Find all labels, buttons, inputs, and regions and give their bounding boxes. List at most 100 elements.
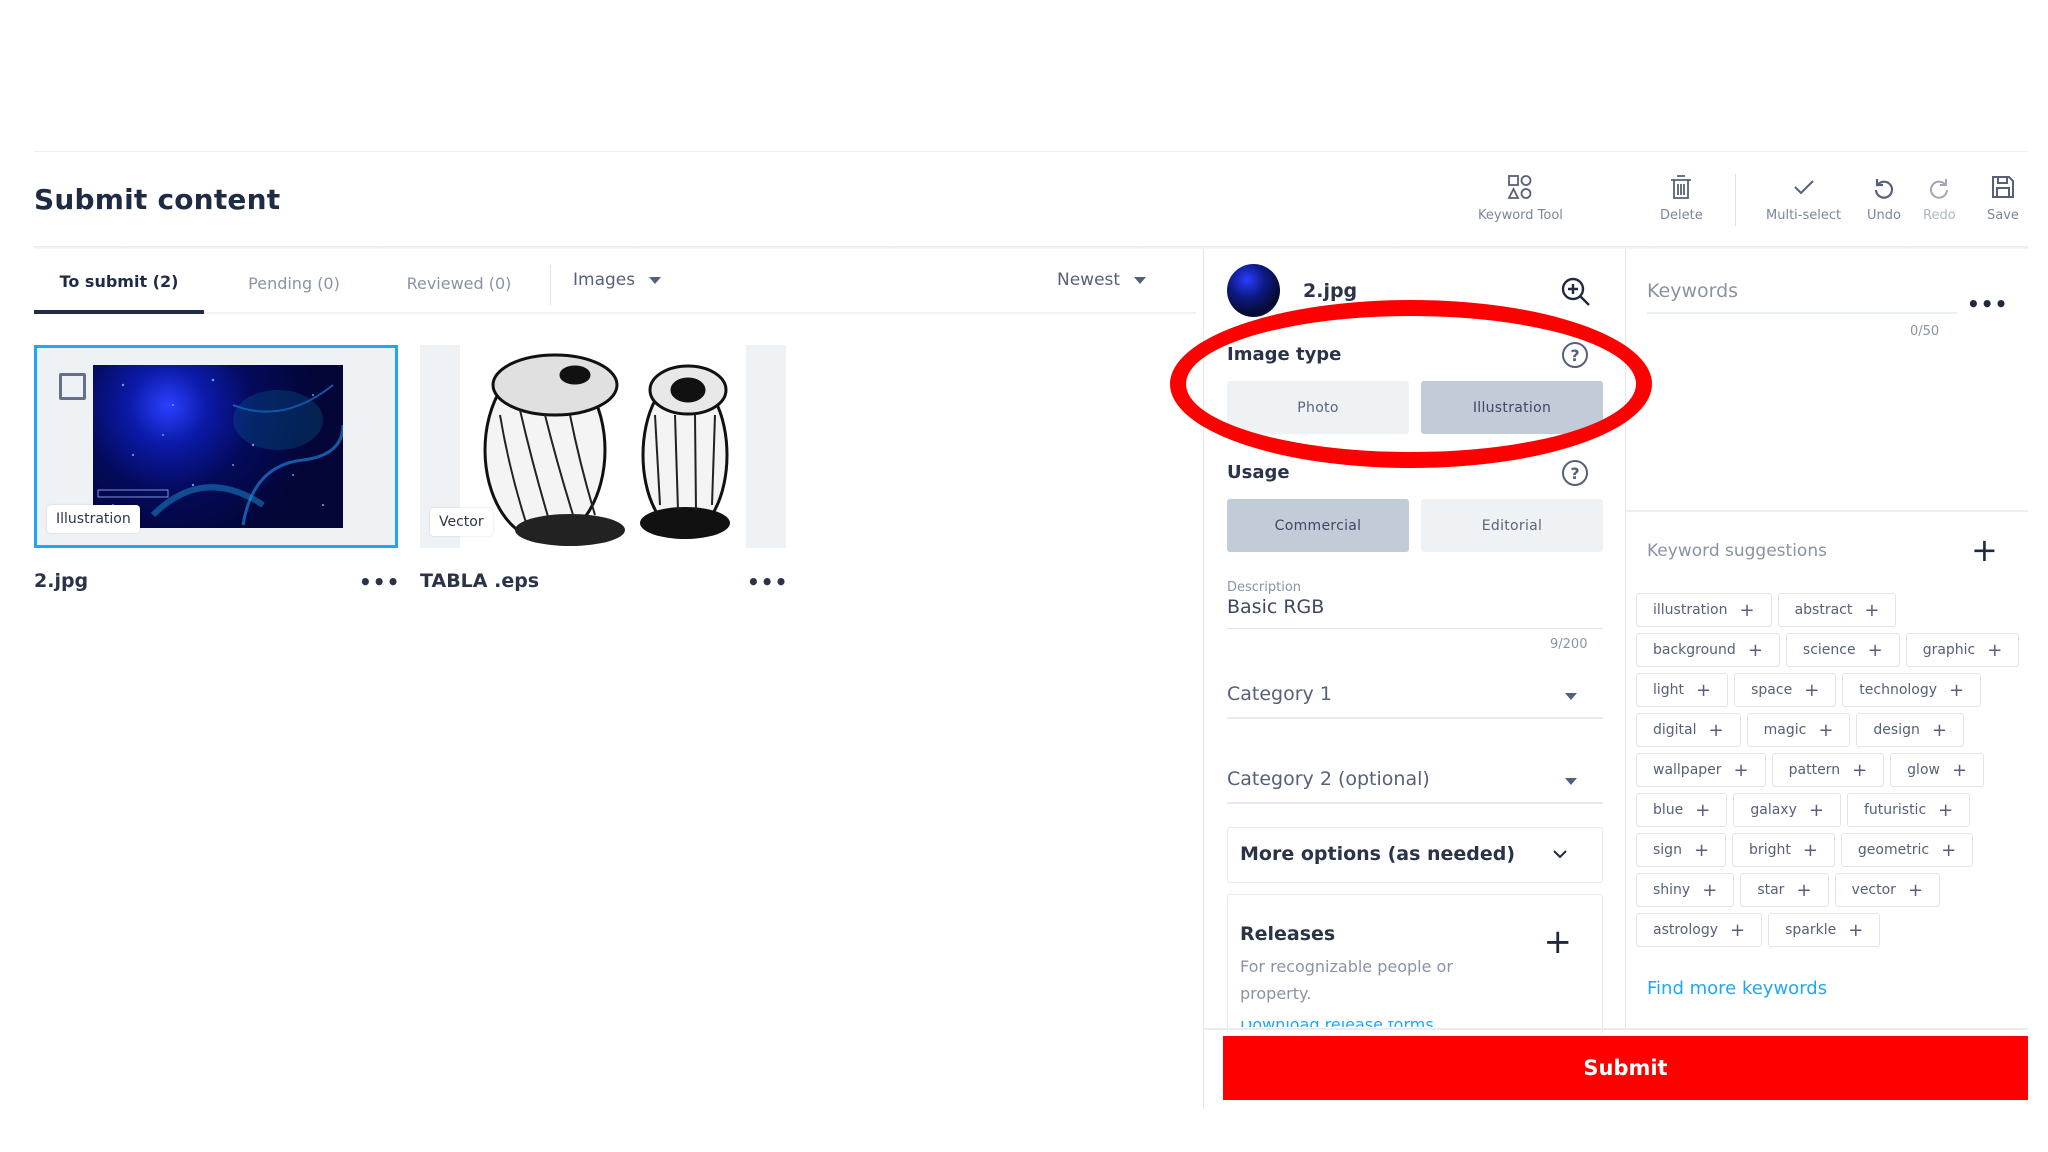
panel-divider	[1625, 249, 1626, 1029]
keyword-suggestion-chip[interactable]: sign +	[1636, 833, 1727, 867]
keyword-suggestion-chip[interactable]: shiny +	[1636, 873, 1735, 907]
keyword-suggestion-chip[interactable]: bright +	[1732, 833, 1835, 867]
keyword-suggestion-chip[interactable]: light +	[1636, 673, 1729, 707]
tab-pending[interactable]: Pending (0)	[224, 252, 364, 314]
plus-icon: +	[1931, 719, 1947, 741]
keyword-suggestion-chip[interactable]: sparkle +	[1768, 913, 1881, 947]
keyword-suggestion-chip[interactable]: illustration +	[1636, 593, 1772, 627]
keyword-suggestion-label: abstract	[1794, 602, 1853, 618]
keyword-suggestion-chip[interactable]: design +	[1856, 713, 1964, 747]
keyword-suggestion-chip[interactable]: wallpaper +	[1636, 753, 1766, 787]
keyword-suggestion-label: digital	[1653, 722, 1697, 738]
file-more-button[interactable]: •••	[747, 570, 788, 594]
keyword-suggestion-chip[interactable]: graphic +	[1905, 633, 2020, 667]
add-all-suggestions-icon[interactable]: +	[1971, 534, 1998, 566]
tab-to-submit[interactable]: To submit (2)	[34, 252, 204, 314]
file-card[interactable]: Vector	[420, 345, 786, 548]
keyword-suggestion-chip[interactable]: futuristic +	[1846, 793, 1971, 827]
keyword-tool-button[interactable]: Keyword Tool	[1478, 172, 1563, 223]
help-icon[interactable]: ?	[1562, 342, 1588, 368]
download-release-link[interactable]: Download release forms	[1240, 1021, 1440, 1027]
keyword-suggestion-chip[interactable]: geometric +	[1840, 833, 1974, 867]
help-icon[interactable]: ?	[1562, 460, 1588, 486]
keyword-suggestion-chip[interactable]: technology +	[1842, 673, 1982, 707]
find-more-keywords-link[interactable]: Find more keywords	[1647, 978, 1827, 999]
keyword-suggestion-chip[interactable]: digital +	[1636, 713, 1741, 747]
footer-divider	[1203, 1028, 2028, 1030]
delete-button[interactable]: Delete	[1660, 172, 1703, 223]
keyword-suggestion-chip[interactable]: vector +	[1834, 873, 1941, 907]
redo-button[interactable]: Redo	[1923, 172, 1956, 223]
keyword-suggestion-label: technology	[1859, 682, 1938, 698]
image-type-illustration[interactable]: Illustration	[1421, 381, 1603, 434]
keyword-suggestion-label: light	[1653, 682, 1685, 698]
keywords-underline	[1647, 312, 1957, 314]
caret-down-icon	[649, 276, 662, 284]
file-more-button[interactable]: •••	[359, 570, 400, 594]
keyword-suggestion-chip[interactable]: galaxy +	[1733, 793, 1841, 827]
plus-icon: +	[1747, 639, 1763, 661]
submit-button[interactable]: Submit	[1223, 1036, 2028, 1100]
caret-down-icon	[1565, 778, 1577, 785]
plus-icon: +	[1949, 679, 1965, 701]
zoom-in-icon[interactable]	[1560, 276, 1592, 308]
keyword-suggestion-chip[interactable]: science +	[1785, 633, 1900, 667]
caret-down-icon	[1134, 276, 1147, 284]
keywords-input[interactable]: Keywords	[1647, 280, 1738, 302]
keyword-suggestion-chip[interactable]: star +	[1740, 873, 1829, 907]
file-card[interactable]: Illustration	[34, 345, 398, 548]
keyword-suggestion-chip[interactable]: blue +	[1636, 793, 1728, 827]
keyword-suggestion-label: wallpaper	[1653, 762, 1722, 778]
file-name: 2.jpg	[34, 570, 89, 592]
download-release-link-text: Download release forms	[1240, 1021, 1440, 1027]
description-label: Description	[1227, 580, 1302, 595]
image-type-photo[interactable]: Photo	[1227, 381, 1409, 434]
plus-icon: +	[1702, 879, 1718, 901]
category-2-select[interactable]: Category 2 (optional)	[1227, 760, 1603, 804]
more-options-label: More options (as needed)	[1240, 843, 1516, 865]
plus-icon: +	[1808, 799, 1824, 821]
type-badge: Vector	[430, 508, 493, 536]
file-name: TABLA .eps	[420, 570, 540, 592]
keyword-suggestion-chip[interactable]: space +	[1734, 673, 1837, 707]
undo-button[interactable]: Undo	[1867, 172, 1901, 223]
tab-reviewed[interactable]: Reviewed (0)	[384, 252, 534, 314]
keyword-suggestion-chip[interactable]: abstract +	[1777, 593, 1897, 627]
top-divider	[34, 151, 2028, 152]
keyword-suggestion-chip[interactable]: astrology +	[1636, 913, 1763, 947]
plus-icon: +	[1695, 799, 1711, 821]
keyword-suggestion-label: vector	[1851, 882, 1896, 898]
keyword-suggestion-chip[interactable]: glow +	[1890, 753, 1985, 787]
keywords-more-button[interactable]: •••	[1967, 292, 2008, 316]
plus-icon: +	[1951, 759, 1968, 781]
keyword-suggestion-label: pattern	[1788, 762, 1841, 778]
multi-select-button[interactable]: Multi-select	[1766, 172, 1841, 223]
plus-icon: +	[1693, 839, 1710, 861]
more-options-expander[interactable]: More options (as needed)	[1227, 827, 1603, 883]
media-type-dropdown[interactable]: Images	[573, 265, 662, 295]
panel-divider	[1203, 249, 1204, 1109]
keyword-suggestion-label: galaxy	[1750, 802, 1797, 818]
keyword-suggestion-chip[interactable]: pattern +	[1771, 753, 1885, 787]
description-char-count: 9/200	[1550, 637, 1588, 652]
sort-dropdown[interactable]: Newest	[1057, 265, 1147, 295]
plus-icon: +	[1730, 919, 1746, 941]
header-divider	[34, 246, 2028, 249]
select-checkbox[interactable]	[59, 373, 86, 400]
keyword-suggestion-label: blue	[1653, 802, 1684, 818]
usage-editorial[interactable]: Editorial	[1421, 499, 1603, 552]
category-1-select[interactable]: Category 1	[1227, 675, 1603, 719]
keyword-suggestion-chip[interactable]: magic +	[1746, 713, 1851, 747]
description-input[interactable]: Basic RGB	[1227, 596, 1324, 618]
releases-section: Releases For recognizable people or prop…	[1227, 894, 1603, 1034]
plus-icon: +	[1802, 839, 1818, 861]
keyword-suggestion-label: background	[1653, 642, 1736, 658]
keyword-suggestion-label: geometric	[1857, 842, 1930, 858]
add-release-icon[interactable]: +	[1544, 925, 1573, 959]
save-button[interactable]: Save	[1987, 172, 2019, 223]
plus-icon: +	[1907, 879, 1924, 901]
keyword-suggestion-label: astrology	[1653, 922, 1719, 938]
redo-label: Redo	[1923, 208, 1956, 223]
keyword-suggestion-chip[interactable]: background +	[1636, 633, 1780, 667]
usage-commercial[interactable]: Commercial	[1227, 499, 1409, 552]
